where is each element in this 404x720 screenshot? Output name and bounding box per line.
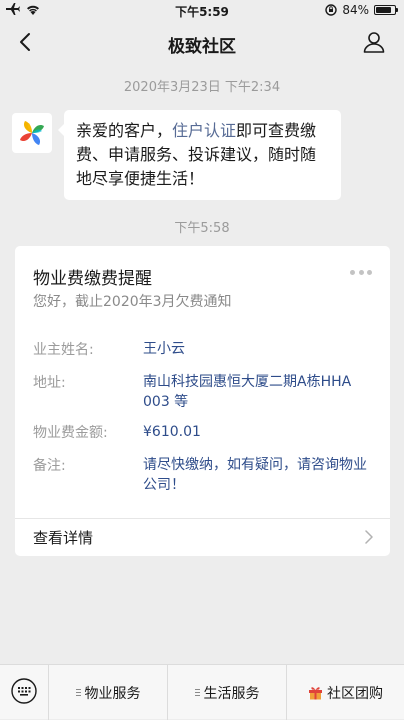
fee-amount-value: ¥610.01 bbox=[143, 424, 201, 440]
chevron-right-icon bbox=[365, 530, 373, 544]
keyboard-icon[interactable] bbox=[11, 678, 37, 704]
owner-name-label: 业主姓名: bbox=[33, 342, 94, 358]
status-bar: 下午5:59 84% bbox=[0, 0, 404, 20]
fee-amount-label: 物业费金额: bbox=[33, 425, 108, 441]
address-label: 地址: bbox=[33, 375, 66, 391]
message-text-prefix: 亲爱的客户， bbox=[76, 121, 173, 140]
menu-item-label: 生活服务 bbox=[203, 685, 260, 702]
menu-item-community-group-buy[interactable]: 社区团购 bbox=[287, 665, 404, 720]
message-bubble: 亲爱的客户，住户认证即可查费缴费、申请服务、投诉建议，随时随地尽享便捷生活！ bbox=[58, 110, 341, 200]
page-title: 极致社区 bbox=[168, 37, 236, 57]
user-icon[interactable] bbox=[362, 30, 386, 54]
view-details-label: 查看详情 bbox=[33, 529, 94, 547]
menu-item-label: 社区团购 bbox=[327, 685, 383, 702]
gift-icon bbox=[309, 687, 322, 700]
remark-label: 备注: bbox=[33, 458, 66, 474]
card-subtitle: 您好，截止2020年3月欠费通知 bbox=[33, 294, 232, 310]
message-timestamp: 2020年3月23日 下午2:34 bbox=[123, 80, 281, 95]
pinwheel-logo-icon bbox=[20, 121, 44, 145]
more-icon[interactable] bbox=[350, 270, 372, 276]
nav-bar: 极致社区 bbox=[0, 20, 404, 64]
bottom-menu-bar: 物业服务 生活服务 社区团购 bbox=[0, 664, 404, 720]
address-value: 南山科技园惠恒大厦二期A栋HHA003 等 bbox=[143, 374, 352, 410]
menu-lines-icon bbox=[194, 689, 200, 696]
remark-value: 请尽快缴纳，如有疑问，请咨询物业公司！ bbox=[143, 457, 367, 493]
rotation-lock-icon bbox=[325, 4, 338, 16]
owner-name-value: 王小云 bbox=[143, 341, 185, 357]
menu-lines-icon bbox=[75, 689, 81, 696]
avatar[interactable] bbox=[12, 113, 52, 153]
battery-icon bbox=[374, 5, 398, 15]
message-timestamp-2: 下午5:58 bbox=[174, 221, 230, 236]
view-details-row[interactable]: 查看详情 bbox=[15, 519, 390, 556]
card-title: 物业费缴费提醒 bbox=[33, 269, 152, 289]
battery-level bbox=[376, 7, 392, 13]
battery-percent: 84% bbox=[342, 3, 369, 17]
status-bar-right: 84% bbox=[325, 3, 398, 17]
menu-item-life-service[interactable]: 生活服务 bbox=[168, 665, 286, 720]
resident-auth-link[interactable]: 住户认证 bbox=[172, 121, 236, 140]
menu-item-label: 物业服务 bbox=[84, 685, 141, 702]
menu-item-property-service[interactable]: 物业服务 bbox=[49, 665, 167, 720]
fee-reminder-card[interactable]: 物业费缴费提醒 您好，截止2020年3月欠费通知 业主姓名: 王小云 地址: 南… bbox=[15, 246, 390, 556]
